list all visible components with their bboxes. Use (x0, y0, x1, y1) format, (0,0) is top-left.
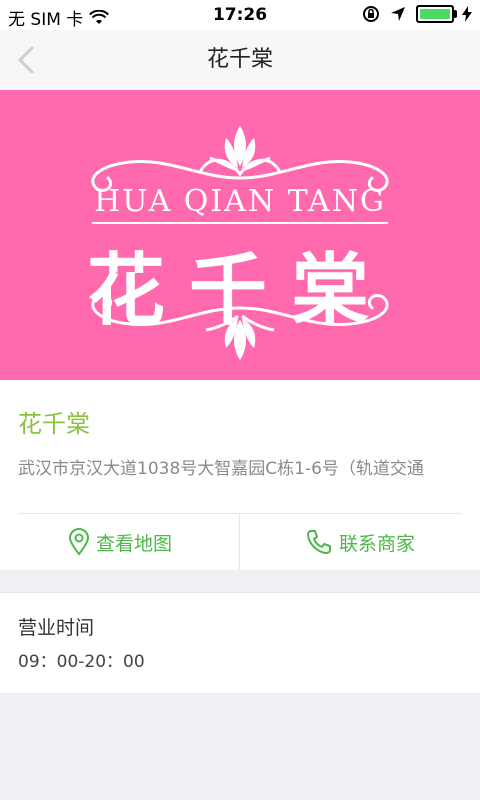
brand-english-text: HUA QIAN TANG (94, 184, 386, 219)
contact-merchant-label: 联系商家 (338, 532, 415, 555)
navigation-bar: 花千棠 (0, 30, 480, 91)
view-map-label: 查看地图 (95, 532, 172, 555)
view-map-button[interactable]: 查看地图 (0, 514, 240, 570)
location-pin-icon (68, 528, 89, 556)
charging-bolt-icon (462, 6, 472, 22)
business-hours-value: 09：00-20：00 (18, 652, 145, 672)
battery-icon (416, 5, 457, 23)
phone-icon (306, 530, 331, 554)
rotation-lock-icon (363, 6, 379, 22)
page-title: 花千棠 (206, 47, 273, 72)
shop-info-card: 花千棠 武汉市京汉大道1038号大智嘉园C栋1-6号（轨道交通 查看地图 联系商… (0, 380, 480, 570)
contact-merchant-button[interactable]: 联系商家 (240, 514, 480, 570)
shop-address: 武汉市京汉大道1038号大智嘉园C栋1-6号（轨道交通 (18, 459, 424, 479)
status-bar: 无 SIM 卡 17:26 (0, 0, 480, 30)
ornament-bottom-icon (91, 294, 389, 360)
shop-banner-image: HUA QIAN TANG 花千棠 (0, 90, 480, 380)
brand-underline (92, 222, 388, 224)
business-hours-card: 营业时间 09：00-20：00 (0, 592, 480, 694)
shop-name: 花千棠 (18, 410, 90, 438)
business-hours-label: 营业时间 (18, 617, 95, 639)
status-right (362, 5, 472, 23)
location-arrow-icon (391, 7, 405, 21)
